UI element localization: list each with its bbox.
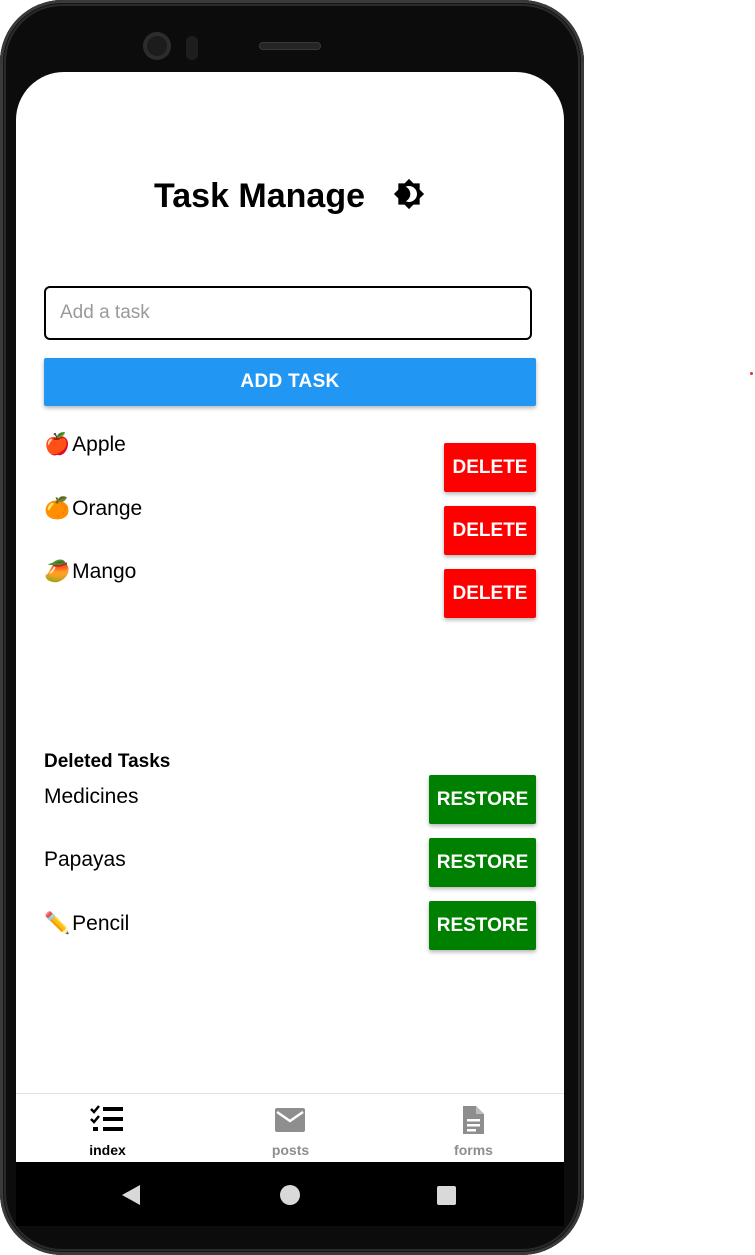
back-icon[interactable]	[120, 1184, 142, 1206]
mail-icon	[275, 1108, 305, 1132]
stray-dot	[750, 372, 753, 375]
phone-frame: Task Manage ADD TASK 🍎Apple DELETE 🍊Oran…	[0, 0, 584, 1255]
tab-index[interactable]: index	[16, 1094, 199, 1162]
brightness-toggle-icon[interactable]	[393, 178, 425, 210]
delete-button[interactable]: DELETE	[444, 506, 536, 555]
document-icon	[463, 1106, 484, 1134]
restore-button[interactable]: RESTORE	[429, 775, 536, 824]
deleted-task-row: Papayas RESTORE	[44, 838, 536, 898]
tab-forms[interactable]: forms	[382, 1094, 564, 1162]
deleted-task-label: ✏️Pencil	[44, 911, 130, 935]
proximity-sensor	[186, 36, 198, 60]
tab-label: posts	[271, 1142, 310, 1158]
delete-button[interactable]: DELETE	[444, 569, 536, 618]
deleted-task-label: Papayas	[44, 848, 126, 871]
tab-posts[interactable]: posts	[199, 1094, 382, 1162]
system-nav-bar	[16, 1162, 564, 1226]
app-screen: Task Manage ADD TASK 🍎Apple DELETE 🍊Oran…	[16, 72, 564, 1162]
pencil-emoji-icon: ✏️	[44, 911, 71, 935]
task-row: 🍎Apple DELETE	[44, 432, 536, 492]
page-title: Task Manage	[154, 177, 366, 215]
mango-emoji-icon: 🥭	[44, 559, 71, 583]
task-label: 🍊Orange	[44, 496, 143, 520]
restore-button[interactable]: RESTORE	[429, 838, 536, 887]
task-row: 🥭Mango DELETE	[44, 559, 536, 618]
recent-apps-icon[interactable]	[437, 1186, 456, 1205]
deleted-task-row: Medicines RESTORE	[44, 775, 536, 835]
add-task-input[interactable]	[44, 286, 532, 340]
add-task-button[interactable]: ADD TASK	[44, 358, 536, 406]
bottom-tab-bar: index posts forms	[16, 1093, 564, 1162]
apple-emoji-icon: 🍎	[44, 432, 71, 456]
deleted-task-row: ✏️Pencil RESTORE	[44, 901, 536, 961]
header: Task Manage	[16, 168, 564, 224]
tab-label: index	[89, 1142, 126, 1158]
task-label: 🥭Mango	[44, 559, 137, 583]
home-icon[interactable]	[280, 1185, 300, 1205]
front-camera	[143, 32, 171, 60]
checklist-icon	[90, 1105, 123, 1131]
restore-button[interactable]: RESTORE	[429, 901, 536, 950]
orange-emoji-icon: 🍊	[44, 496, 71, 520]
task-row: 🍊Orange DELETE	[44, 496, 536, 555]
deleted-tasks-heading: Deleted Tasks	[44, 751, 171, 772]
task-label: 🍎Apple	[44, 432, 126, 456]
earpiece-speaker	[259, 42, 321, 50]
delete-button[interactable]: DELETE	[444, 443, 536, 492]
deleted-task-label: Medicines	[44, 785, 139, 808]
tab-label: forms	[454, 1142, 493, 1158]
